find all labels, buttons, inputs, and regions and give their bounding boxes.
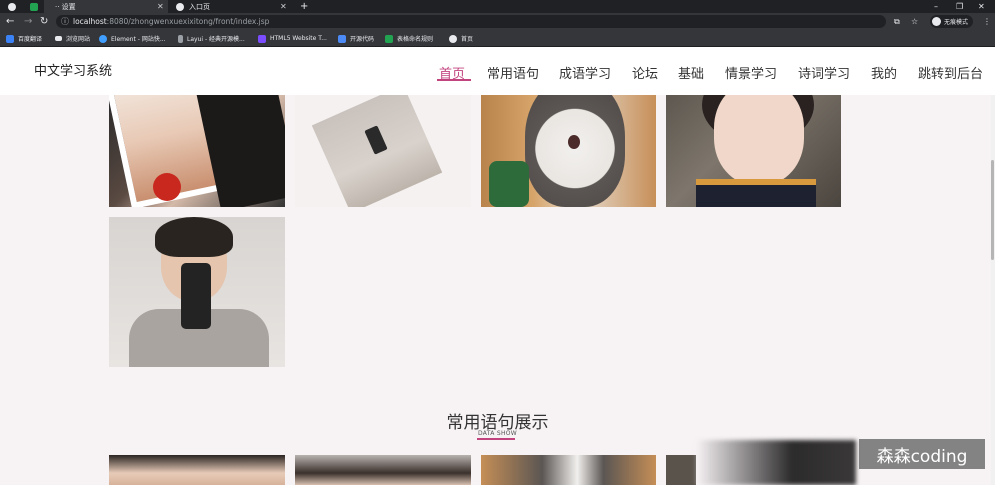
bookmark-label: 开源代码 [350, 36, 375, 43]
page-scrollbar[interactable] [991, 95, 995, 485]
bookmark-home[interactable]: 首页 [449, 33, 473, 44]
close-tab-icon[interactable]: ✕ [157, 2, 164, 11]
bookmark-label: Element - 网站快... [111, 36, 166, 43]
url-path: :8080/zhongwenxuexixitong/front/index.js… [106, 17, 270, 26]
nav-poetry-learning[interactable]: 诗词学习 [798, 63, 850, 82]
bookmark-label: HTML5 Website T... [270, 35, 327, 42]
photo-face [714, 95, 804, 185]
translate-icon[interactable]: ⧉ [894, 15, 900, 28]
forward-arrow-icon[interactable]: → [24, 15, 32, 28]
url-host: localhost [73, 17, 107, 26]
sentence-card-photo-4[interactable] [666, 455, 696, 485]
sentence-card-photo-3[interactable] [481, 455, 656, 485]
red-badge [153, 173, 181, 201]
nav-common-sentences[interactable]: 常用语句 [487, 63, 539, 82]
bookmark-element[interactable]: Element - 网站快... [99, 33, 166, 44]
tab-entry-page-title: 入口页 [189, 2, 210, 11]
globe-icon [449, 34, 457, 43]
nav-scenario-learning[interactable]: 情景学习 [725, 63, 777, 82]
nav-active-underline [437, 79, 471, 81]
photo-toy [489, 161, 529, 207]
layui-icon [178, 34, 183, 43]
url-field[interactable]: ⓘ localhost:8080/zhongwenxuexixitong/fro… [56, 15, 886, 28]
gallery-photo-4[interactable] [666, 95, 841, 207]
bookmarks-bar: 百度翻译 浏览网站 Element - 网站快... Layui - 经典开源模… [0, 30, 995, 47]
bookmark-table-naming[interactable]: 表格命名规则 [385, 33, 433, 44]
new-tab-button[interactable]: + [300, 0, 308, 13]
photo-phone [181, 263, 211, 329]
nav-forum[interactable]: 论坛 [632, 63, 658, 82]
url-text[interactable]: localhost:8080/zhongwenxuexixitong/front… [73, 15, 269, 28]
nav-idiom-learning[interactable]: 成语学习 [559, 63, 611, 82]
folder-icon [55, 36, 62, 41]
tab-1[interactable] [8, 0, 16, 13]
site-header: 中文学习系统 首页 常用语句 成语学习 论坛 基础 情景学习 诗词学习 我的 跳… [0, 47, 995, 95]
green-app-icon [30, 2, 38, 11]
section-subtitle: DATA SHOW [477, 430, 518, 437]
watermark: 森森coding [859, 439, 985, 469]
bookmark-baidu-translate[interactable]: 百度翻译 [6, 33, 42, 44]
site-logo[interactable]: 中文学习系统 [34, 60, 112, 79]
nav-jump-to-admin[interactable]: 跳转到后台 [918, 63, 983, 82]
minimize-button[interactable]: – [934, 0, 938, 13]
incognito-icon [932, 17, 941, 26]
bookmark-browse-sites[interactable]: 浏览网站 [55, 33, 90, 44]
reload-icon[interactable]: ↻ [40, 15, 48, 28]
address-bar-row: ← → ↻ ⓘ localhost:8080/zhongwenxuexixito… [0, 13, 995, 30]
gallery-photo-2[interactable] [295, 95, 471, 207]
nav-basics[interactable]: 基础 [678, 63, 704, 82]
photo-cat [525, 95, 625, 207]
tab-entry-page[interactable]: 入口页 ✕ [172, 0, 296, 13]
gallery-photo-3[interactable] [481, 95, 656, 207]
photo-hair [155, 217, 233, 257]
close-tab-icon[interactable]: ✕ [280, 2, 287, 11]
gallery-photo-5[interactable] [109, 217, 285, 367]
photo-shirt [696, 179, 816, 207]
html5-icon [258, 34, 266, 43]
star-icon[interactable]: ☆ [911, 15, 918, 28]
bookmark-label: 浏览网站 [66, 36, 91, 43]
browser-tab-strip: ·· 设置 ✕ 入口页 ✕ + – ❐ ✕ [0, 0, 995, 13]
table-icon [385, 34, 393, 43]
tab-settings[interactable]: ·· 设置 ✕ [44, 0, 168, 13]
back-arrow-icon[interactable]: ← [6, 15, 14, 28]
bookmark-label: 表格命名规则 [397, 36, 434, 43]
tab-settings-title: ·· 设置 [55, 2, 76, 11]
scrollbar-thumb[interactable] [991, 160, 994, 260]
profile-label: 无痕模式 [944, 19, 969, 26]
tab-2[interactable] [30, 0, 38, 13]
blurred-overlay [696, 440, 856, 485]
sentence-card-photo-1[interactable] [109, 455, 285, 485]
bookmark-layui[interactable]: Layui - 经典开源模... [178, 33, 245, 44]
photo-cat-mouth [568, 135, 580, 149]
bookmark-label: 百度翻译 [18, 36, 43, 43]
section-underline [477, 438, 515, 440]
code-icon [338, 34, 346, 43]
info-icon[interactable]: ⓘ [61, 16, 69, 27]
restore-button[interactable]: ❐ [956, 0, 963, 13]
incognito-profile[interactable]: 无痕模式 [930, 15, 974, 28]
close-window-button[interactable]: ✕ [978, 0, 985, 13]
chrome-icon [8, 2, 16, 11]
sentence-card-photo-2[interactable] [295, 455, 471, 485]
element-icon [99, 34, 107, 43]
bookmark-open-source[interactable]: 开源代码 [338, 33, 374, 44]
menu-dots-icon[interactable]: ⋮ [983, 15, 991, 28]
bookmark-label: Layui - 经典开源模... [187, 36, 245, 43]
nav-mine[interactable]: 我的 [871, 63, 897, 82]
bookmark-html5-website[interactable]: HTML5 Website T... [258, 33, 327, 44]
globe-icon [176, 2, 184, 11]
gallery-photo-1[interactable] [109, 95, 285, 207]
bookmark-label: 首页 [461, 36, 474, 43]
translate-bookmark-icon [6, 34, 14, 43]
